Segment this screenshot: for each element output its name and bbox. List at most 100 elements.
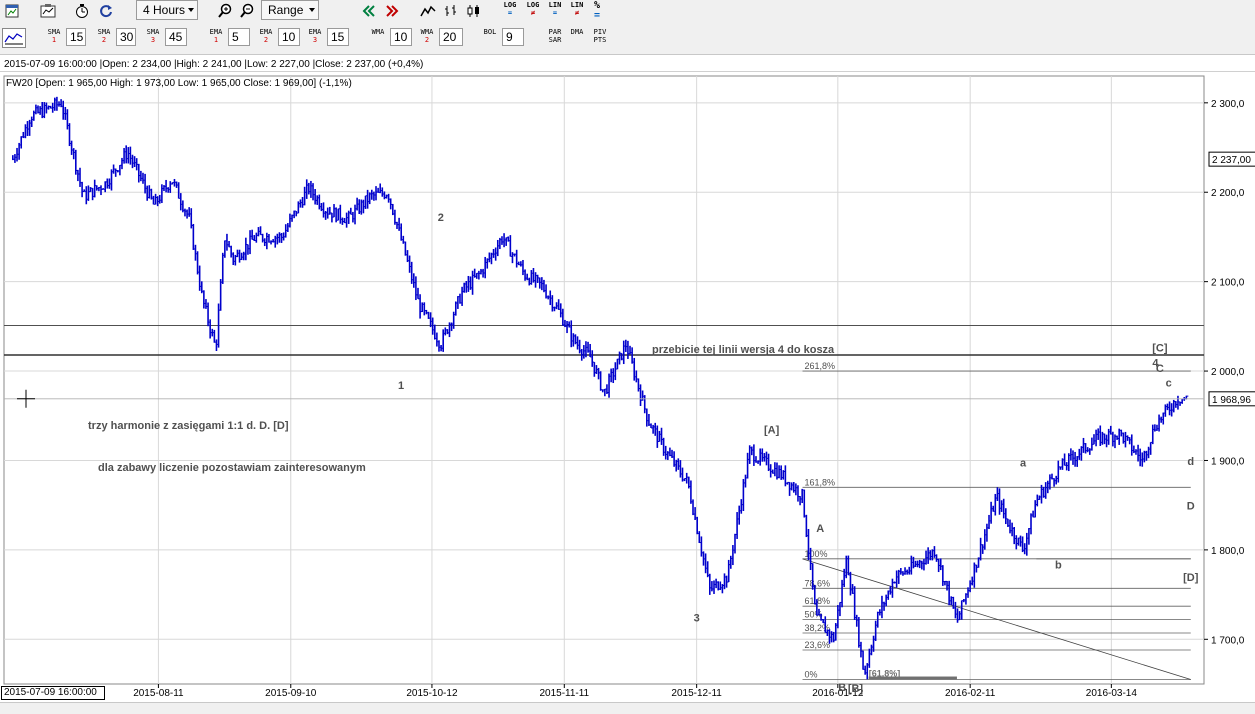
- indicator-name: BOL: [483, 28, 497, 36]
- chart-annotation: trzy harmonie z zasięgami 1:1 d. D. [D]: [88, 420, 289, 432]
- y-tick-label: 2 000,0: [1211, 367, 1245, 378]
- price-chart[interactable]: 2 300,0 2 200,0 2 100,0 2 000,0 1 900,0 1 800…: [0, 72, 1255, 702]
- scale-label: LIN: [570, 1, 584, 9]
- wave-label: B: [838, 682, 846, 694]
- sma-2-label[interactable]: SMA 2: [94, 28, 114, 44]
- y-tick-label: 2 100,0: [1211, 278, 1245, 289]
- plot-area: 2 300,0 2 200,0 2 100,0 2 000,0 1 900,0 1 800…: [3, 75, 1255, 699]
- fib-stack-label: [61,8%]: [869, 669, 901, 679]
- wave-label: [D]: [1183, 572, 1199, 584]
- wave-label: [C]: [1152, 342, 1168, 354]
- sma-1-label[interactable]: SMA 1: [44, 28, 64, 44]
- indicator-index: 2: [424, 36, 430, 44]
- x-tick-label: 2015-08-11: [133, 688, 184, 699]
- wave-label: 1: [398, 380, 404, 392]
- indicator-index: 1: [51, 36, 57, 44]
- par-sar-button[interactable]: PAR SAR: [545, 28, 565, 44]
- fib-lower-label: 38,2%: [805, 623, 831, 633]
- line-chart-icon[interactable]: [418, 2, 438, 20]
- indicator-name: WMA: [371, 28, 385, 36]
- scale-button-4[interactable]: LIN ≠: [568, 1, 586, 17]
- scale-sub: =: [552, 9, 558, 17]
- wave-label: d: [1187, 456, 1194, 468]
- par-sar-button-text: PAR: [548, 28, 562, 36]
- ema-1-label[interactable]: EMA 1: [206, 28, 226, 44]
- ohlc-info-bar: 2015-07-09 16:00:00 |Open: 2 234,00 |Hig…: [0, 58, 1255, 72]
- new-chart-icon[interactable]: [38, 2, 58, 20]
- wave-label: b: [1055, 560, 1062, 572]
- fib-lower-label: 0%: [805, 670, 818, 680]
- y-tick-label: 1 700,0: [1211, 635, 1245, 646]
- x-tick-label: 2015-10-12: [406, 688, 458, 699]
- scale-label: LOG: [503, 1, 517, 9]
- indicator-index: 2: [263, 36, 269, 44]
- x-tick-label: 2016-03-14: [1086, 688, 1138, 699]
- bol-1-field[interactable]: 9: [502, 28, 524, 46]
- range-select[interactable]: Range: [261, 0, 319, 20]
- indicator-toolbar: SMA 1 15 SMA 2 30 SMA 3 45 EMA 1 5 EMA 2 10 EMA 3 15 WMA 10…: [0, 22, 1255, 55]
- scale-label: LOG: [526, 1, 540, 9]
- indicator-chart-icon[interactable]: [2, 28, 26, 48]
- sma-2-field[interactable]: 30: [116, 28, 136, 46]
- cursor-time-label: 2015-07-09 16:00:00: [1, 686, 105, 700]
- y-tick-label: 1 800,0: [1211, 546, 1245, 557]
- piv-pts-button[interactable]: PIV PTS: [590, 28, 610, 44]
- wma-1-label[interactable]: WMA: [368, 28, 388, 36]
- wave-label: c: [1166, 377, 1172, 389]
- wave-label: 3: [694, 612, 700, 624]
- fib-lower-label: 78,6%: [805, 578, 831, 588]
- bol-1-label[interactable]: BOL: [480, 28, 500, 36]
- ema-3-field[interactable]: 15: [327, 28, 349, 46]
- y-tick-label: 2 300,0: [1211, 99, 1245, 110]
- x-tick-label: 2016-02-11: [945, 688, 996, 699]
- ema-1-field[interactable]: 5: [228, 28, 250, 46]
- percent-button[interactable]: % =: [590, 1, 604, 21]
- sma-1-field[interactable]: 15: [66, 28, 86, 46]
- wave-label: A: [816, 523, 824, 535]
- y-tick-label: 1 900,0: [1211, 456, 1245, 467]
- window-icon[interactable]: [2, 2, 22, 20]
- wave-label: a: [1020, 458, 1027, 470]
- indicator-name: EMA: [259, 28, 273, 36]
- wma-2-label[interactable]: WMA 2: [417, 28, 437, 44]
- scale-button-1[interactable]: LOG =: [501, 1, 519, 17]
- chart-header: FW20 [Open: 1 965,00 High: 1 973,00 Low:…: [6, 78, 352, 89]
- x-tick-label: 2015-11-11: [539, 688, 589, 699]
- range-value: Range: [268, 3, 304, 17]
- piv-pts-button-text: PIV: [593, 28, 607, 36]
- timeframe-value: 4 Hours: [143, 3, 186, 17]
- scale-button-3[interactable]: LIN =: [546, 1, 564, 17]
- par-sar-button-text: SAR: [548, 36, 562, 44]
- plot-frame: [3, 75, 1205, 685]
- zoom-in-icon[interactable]: [215, 2, 235, 20]
- scale-label: LIN: [548, 1, 562, 9]
- dma-button-text: DMA: [570, 28, 584, 36]
- chart-annotation: dla zabawy liczenie pozostawiam zaintere…: [98, 462, 366, 474]
- scroll-left-icon[interactable]: [358, 2, 380, 20]
- scroll-right-icon[interactable]: [381, 2, 403, 20]
- bar-chart-icon[interactable]: [441, 2, 461, 20]
- clock-refresh-icon[interactable]: [72, 2, 92, 20]
- sma-3-label[interactable]: SMA 3: [143, 28, 163, 44]
- zoom-out-icon[interactable]: [237, 2, 257, 20]
- dma-button[interactable]: DMA: [567, 28, 587, 36]
- scale-button-2[interactable]: LOG ≠: [524, 1, 542, 17]
- scale-sub: =: [507, 9, 513, 17]
- timeframe-select[interactable]: 4 Hours: [136, 0, 198, 20]
- ema-3-label[interactable]: EMA 3: [305, 28, 325, 44]
- ema-2-label[interactable]: EMA 2: [256, 28, 276, 44]
- main-toolbar: 4 Hours Range % = LOG = LOG ≠ LIN = LIN ≠: [0, 0, 1255, 22]
- candle-chart-icon[interactable]: [464, 2, 484, 20]
- ema-2-field[interactable]: 10: [278, 28, 300, 46]
- indicator-index: 3: [312, 36, 318, 44]
- price-tag-label: 2 237,00: [1212, 155, 1251, 166]
- price-tag-label: 1 968,96: [1212, 395, 1251, 406]
- x-tick-label: 2015-12-11: [671, 688, 722, 699]
- wave-label: [A]: [764, 425, 780, 437]
- indicator-name: SMA: [97, 28, 111, 36]
- wma-2-field[interactable]: 20: [439, 28, 463, 46]
- wma-1-field[interactable]: 10: [390, 28, 412, 46]
- chart-annotation: przebicie tej linii wersja 4 do kosza: [652, 344, 835, 356]
- refresh-icon[interactable]: [96, 2, 116, 20]
- sma-3-field[interactable]: 45: [165, 28, 187, 46]
